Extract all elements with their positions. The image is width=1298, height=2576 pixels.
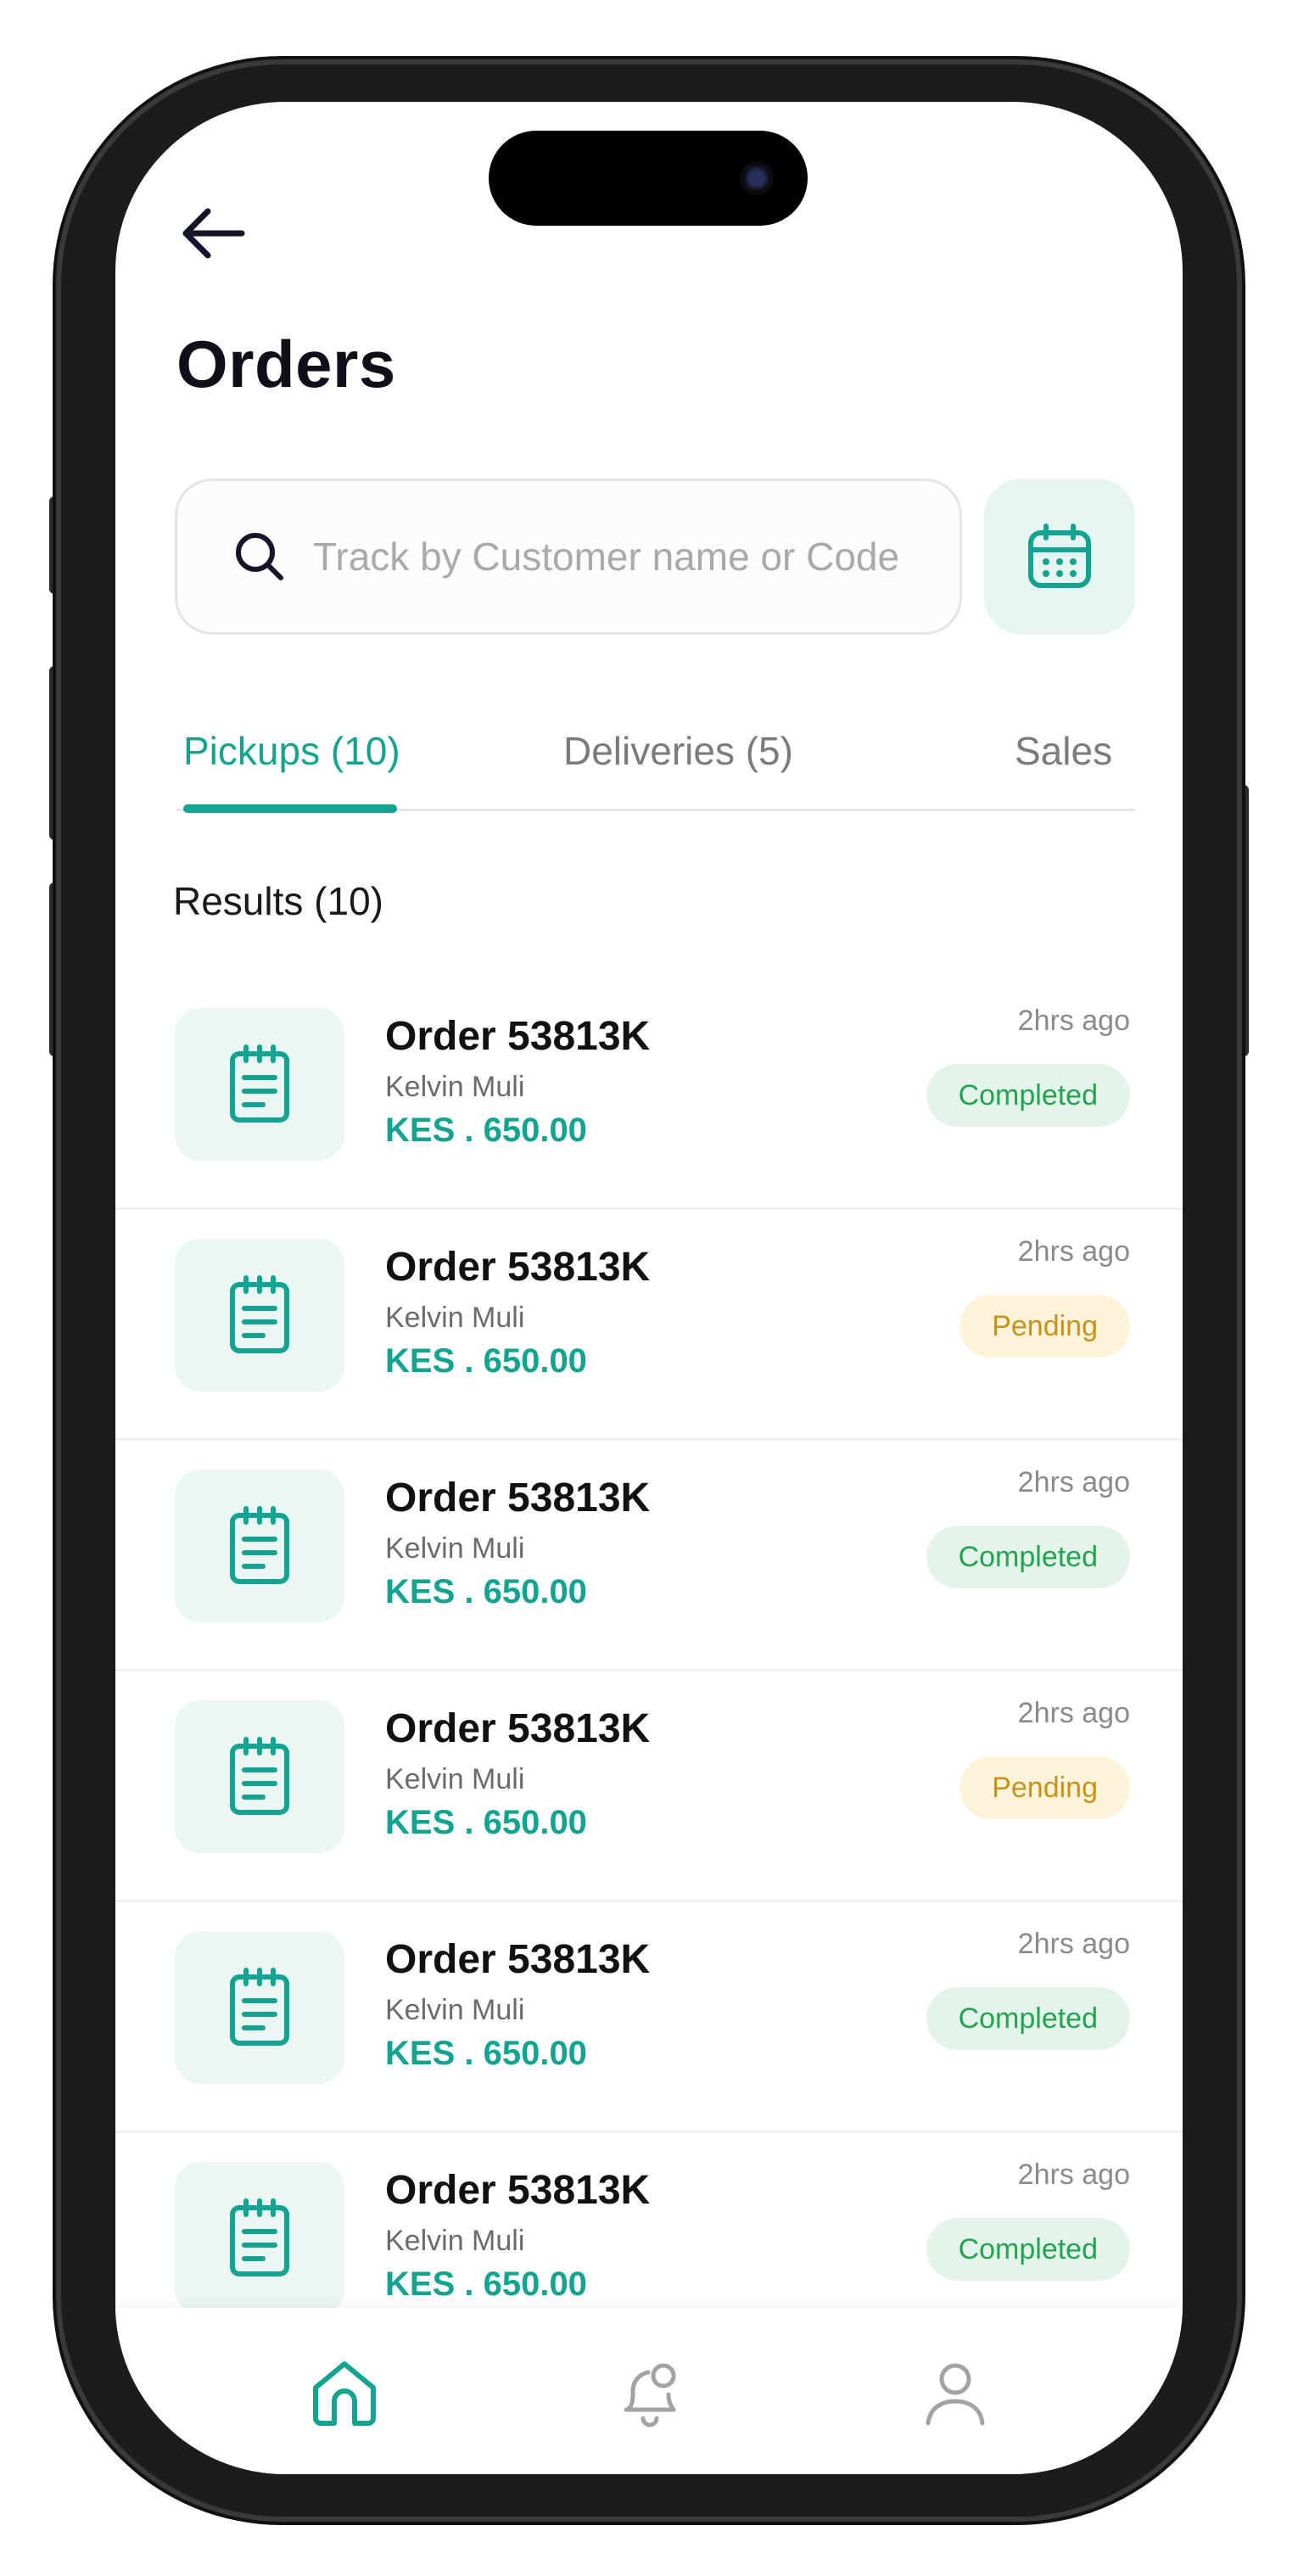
nav-home[interactable] <box>304 2352 385 2433</box>
order-title: Order 53813K <box>385 1245 651 1290</box>
order-time: 2hrs ago <box>1017 1928 1130 1960</box>
user-icon <box>926 2363 985 2426</box>
order-thumbnail <box>175 1239 344 1392</box>
order-row[interactable]: Order 53813K Kelvin Muli KES . 650.00 2h… <box>115 1441 1183 1672</box>
back-button[interactable] <box>175 195 251 272</box>
order-customer: Kelvin Muli <box>385 1994 525 2026</box>
front-camera <box>740 161 774 195</box>
status-badge: Pending <box>960 1756 1130 1819</box>
order-time: 2hrs ago <box>1017 1697 1130 1729</box>
power-button <box>1235 785 1249 1056</box>
order-amount: KES . 650.00 <box>385 1342 587 1380</box>
order-title: Order 53813K <box>385 2168 651 2213</box>
page-title: Orders <box>176 327 396 401</box>
status-badge: Completed <box>926 1064 1130 1127</box>
clipboard-icon <box>230 1506 289 1584</box>
status-badge: Completed <box>926 1987 1130 2050</box>
order-row[interactable]: Order 53813K Kelvin Muli KES . 650.00 2h… <box>115 1210 1183 1441</box>
search-icon <box>236 533 283 580</box>
tab-sales[interactable]: Sales <box>1015 728 1112 774</box>
order-thumbnail <box>175 1008 344 1161</box>
active-tab-indicator <box>183 804 397 813</box>
order-thumbnail <box>175 1931 344 2084</box>
order-list: Order 53813K Kelvin Muli KES . 650.00 2h… <box>115 979 1183 2364</box>
status-badge: Pending <box>960 1295 1130 1358</box>
order-amount: KES . 650.00 <box>385 2035 587 2072</box>
status-badge: Completed <box>926 1526 1130 1588</box>
bell-icon <box>624 2363 676 2428</box>
clipboard-icon <box>230 1737 289 1815</box>
home-icon <box>313 2361 376 2426</box>
search-bar[interactable] <box>175 479 962 635</box>
order-amount: KES . 650.00 <box>385 1573 587 1610</box>
order-time: 2hrs ago <box>1017 1466 1130 1498</box>
order-customer: Kelvin Muli <box>385 1302 525 1334</box>
order-customer: Kelvin Muli <box>385 2225 525 2257</box>
order-customer: Kelvin Muli <box>385 1071 525 1103</box>
order-thumbnail <box>175 2162 344 2315</box>
order-amount: KES . 650.00 <box>385 2265 587 2303</box>
order-time: 2hrs ago <box>1017 2159 1130 2191</box>
order-title: Order 53813K <box>385 1476 651 1520</box>
order-amount: KES . 650.00 <box>385 1804 587 1841</box>
results-count: Results (10) <box>173 879 383 923</box>
clipboard-icon <box>230 2198 289 2276</box>
order-title: Order 53813K <box>385 1937 651 1982</box>
clipboard-icon <box>230 1968 289 2046</box>
clipboard-icon <box>230 1044 289 1123</box>
nav-notifications[interactable] <box>609 2352 691 2433</box>
tab-deliveries[interactable]: Deliveries (5) <box>563 728 793 774</box>
order-row[interactable]: Order 53813K Kelvin Muli KES . 650.00 2h… <box>115 1672 1183 1902</box>
arrow-left-icon <box>182 208 245 259</box>
phone-screen: Orders Pickups (10) Deliveries (5) Sales… <box>115 102 1183 2474</box>
clipboard-icon <box>230 1275 289 1353</box>
bottom-nav <box>115 2308 1183 2474</box>
status-badge: Completed <box>926 2218 1130 2281</box>
search-input[interactable] <box>311 533 922 580</box>
order-title: Order 53813K <box>385 1014 651 1059</box>
dynamic-island <box>489 131 808 226</box>
order-row[interactable]: Order 53813K Kelvin Muli KES . 650.00 2h… <box>115 1902 1183 2133</box>
order-time: 2hrs ago <box>1017 1235 1130 1268</box>
order-row[interactable]: Order 53813K Kelvin Muli KES . 650.00 2h… <box>115 979 1183 1210</box>
order-tabs: Pickups (10) Deliveries (5) Sales <box>176 706 1135 813</box>
order-customer: Kelvin Muli <box>385 1532 525 1565</box>
tab-pickups[interactable]: Pickups (10) <box>183 728 400 774</box>
order-thumbnail <box>175 1700 344 1853</box>
calendar-icon <box>1028 524 1091 588</box>
order-customer: Kelvin Muli <box>385 1763 525 1795</box>
order-time: 2hrs ago <box>1017 1005 1130 1037</box>
calendar-button[interactable] <box>984 479 1135 635</box>
order-thumbnail <box>175 1470 344 1622</box>
nav-profile[interactable] <box>915 2352 996 2433</box>
order-title: Order 53813K <box>385 1706 651 1751</box>
order-amount: KES . 650.00 <box>385 1112 587 1149</box>
